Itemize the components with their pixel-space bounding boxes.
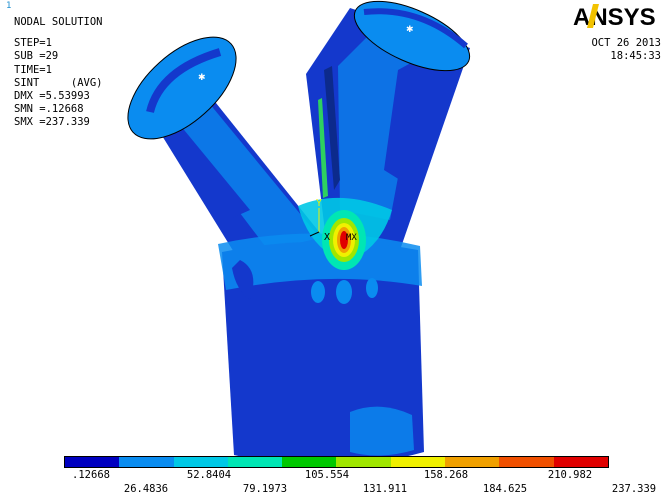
solution-info-panel: NODAL SOLUTION STEP=1 SUB =29 TIME=1 SIN… [14, 16, 103, 130]
contour-legend-bar [64, 456, 609, 468]
legend-swatch-6 [336, 457, 391, 467]
legend-label: 131.911 [362, 483, 408, 495]
legend-swatch-5 [282, 457, 337, 467]
smx-value: SMX =237.339 [14, 116, 90, 129]
legend-label: .12668 [72, 469, 110, 481]
substep-value: SUB =29 [14, 50, 59, 63]
legend-swatch-4 [227, 457, 283, 467]
legend-swatch-2 [119, 457, 174, 467]
min-node-marker-left: ✱ [198, 73, 206, 83]
smn-value: SMN =.12668 [14, 103, 84, 116]
legend-label: 52.8404 [186, 469, 232, 481]
legend-label: 184.625 [482, 483, 528, 495]
date-text: OCT 26 2013 [591, 37, 661, 49]
axis-y-label: Y [316, 198, 322, 209]
legend-swatch-7 [390, 457, 446, 467]
min-node-marker-right: ✱ [406, 25, 414, 35]
step-value: STEP=1 [14, 37, 52, 50]
result-type: SINT (AVG) [14, 76, 103, 89]
timestamp: OCT 26 2013 18:45:33 [591, 37, 661, 63]
max-marker-label: MX [346, 233, 357, 243]
legend-swatch-10 [553, 457, 608, 467]
time-text: 18:45:33 [610, 50, 661, 62]
legend-swatch-9 [499, 457, 554, 467]
svg-text:ANSYS: ANSYS [573, 4, 656, 30]
legend-swatch-8 [445, 457, 500, 467]
solution-title: NODAL SOLUTION [14, 16, 103, 28]
legend-label: 26.4836 [123, 483, 169, 495]
time-value: TIME=1 [14, 63, 52, 76]
window-number: 1 [6, 1, 12, 11]
axis-x-label: X [324, 232, 330, 243]
legend-label: 237.339 [611, 483, 657, 495]
legend-label: 210.982 [547, 469, 593, 481]
ansys-logo: ANSYS [573, 2, 661, 30]
dmx-value: DMX =5.53993 [14, 90, 90, 103]
legend-label: 158.268 [423, 469, 469, 481]
legend-swatch-3 [173, 457, 228, 467]
legend-swatch-1 [65, 457, 120, 467]
main-trunk-pipe [218, 233, 424, 466]
legend-label: 105.554 [304, 469, 350, 481]
legend-label: 79.1973 [242, 483, 288, 495]
